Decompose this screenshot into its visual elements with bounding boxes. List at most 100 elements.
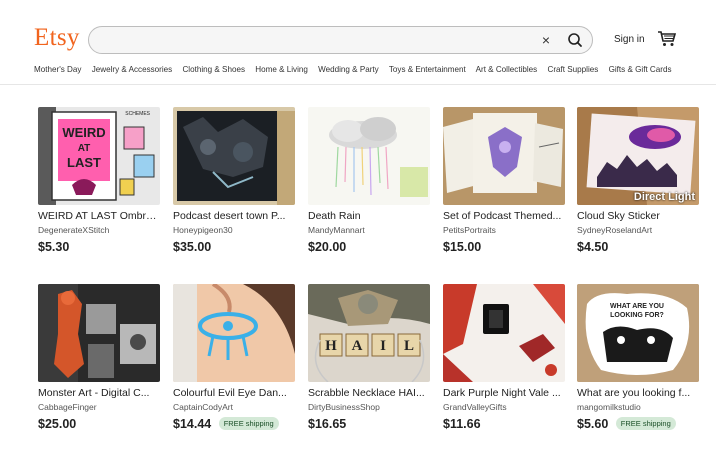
listing-title[interactable]: Dark Purple Night Vale ... [443, 387, 565, 399]
search-input[interactable] [103, 31, 527, 51]
listing-shop[interactable]: PetitsPortraits [443, 225, 567, 235]
listing-title[interactable]: Podcast desert town P... [173, 210, 295, 222]
listing-price: $15.00 [443, 239, 482, 254]
listing-price: $20.00 [308, 239, 347, 254]
thumb-text: WHAT ARE YOU [610, 303, 664, 310]
nav-toys[interactable]: Toys & Entertainment [389, 65, 466, 74]
nav-art[interactable]: Art & Collectibles [476, 65, 538, 74]
listing-thumbnail[interactable] [443, 107, 565, 205]
listing-thumbnail[interactable] [443, 284, 565, 382]
listing-title[interactable]: Colourful Evil Eye Dan... [173, 387, 295, 399]
clear-search-button[interactable]: × [537, 31, 555, 49]
tile-letter: L [404, 338, 414, 354]
listing-thumbnail[interactable] [173, 284, 295, 382]
close-icon: × [541, 32, 551, 48]
sign-in-link[interactable]: Sign in [614, 34, 645, 45]
etsy-logo[interactable]: Etsy [34, 24, 80, 52]
price-row: $4.50 [577, 238, 701, 254]
nav-home-living[interactable]: Home & Living [255, 65, 308, 74]
nav-jewelry[interactable]: Jewelry & Accessories [92, 65, 173, 74]
listing-image: H A I L [308, 284, 430, 382]
listing-title[interactable]: Death Rain [308, 210, 430, 222]
nav-mothers-day[interactable]: Mother's Day [34, 65, 81, 74]
category-nav: Mother's Day Jewelry & Accessories Cloth… [34, 65, 672, 79]
listing-shop[interactable]: Honeypigeon30 [173, 225, 297, 235]
listing-shop[interactable]: DirtyBusinessShop [308, 402, 432, 412]
image-overlay-text: Direct Light [633, 191, 695, 203]
listing-card[interactable]: H A I L Scrabble Necklace HAI... DirtyBu… [308, 284, 432, 431]
listing-thumbnail[interactable]: Direct Light [577, 107, 699, 205]
listing-shop[interactable]: DegenerateXStitch [38, 225, 162, 235]
cart-icon [658, 31, 677, 46]
listing-image: WHAT ARE YOU LOOKING FOR? [577, 284, 699, 382]
listing-thumbnail[interactable] [308, 107, 430, 205]
listing-price: $4.50 [577, 239, 609, 254]
listing-price: $25.00 [38, 416, 77, 431]
listing-card[interactable]: Podcast desert town P... Honeypigeon30 $… [173, 107, 297, 254]
listing-shop[interactable]: CaptainCodyArt [173, 402, 297, 412]
listing-title[interactable]: WEIRD AT LAST Ombre... [38, 210, 160, 222]
thumb-text: SCHEMES [125, 111, 150, 117]
search-bar: × [88, 26, 593, 54]
price-row: $5.60 FREE shipping [577, 415, 701, 431]
listing-card[interactable]: WHAT ARE YOU LOOKING FOR? What are you l… [577, 284, 701, 431]
free-shipping-badge: FREE shipping [218, 417, 279, 431]
price-row: $5.30 [38, 238, 162, 254]
nav-gifts[interactable]: Gifts & Gift Cards [609, 65, 672, 74]
price-row: $14.44 FREE shipping [173, 415, 297, 431]
cart-button[interactable] [657, 30, 677, 48]
listing-image [443, 284, 565, 382]
listing-image [443, 107, 565, 205]
listing-image [173, 284, 295, 382]
listing-image [38, 284, 160, 382]
free-shipping-badge: FREE shipping [615, 417, 676, 431]
listing-title[interactable]: What are you looking f... [577, 387, 699, 399]
magnifier-icon [568, 33, 582, 47]
listing-card[interactable]: Dark Purple Night Vale ... GrandValleyGi… [443, 284, 567, 431]
listing-thumbnail[interactable]: WHAT ARE YOU LOOKING FOR? [577, 284, 699, 382]
listing-card[interactable]: Death Rain MandyMannart $20.00 [308, 107, 432, 254]
listing-thumbnail[interactable]: WEIRD AT LAST SCHEMES [38, 107, 160, 205]
price-row: $11.66 [443, 415, 567, 431]
tile-letter: I [380, 338, 386, 354]
listing-shop[interactable]: SydneyRoselandArt [577, 225, 701, 235]
listing-image: WEIRD AT LAST SCHEMES [38, 107, 160, 205]
listing-card[interactable]: Direct Light Cloud Sky Sticker SydneyRos… [577, 107, 701, 254]
listing-card[interactable]: WEIRD AT LAST SCHEMES WEIRD AT LAST Ombr… [38, 107, 162, 254]
price-row: $16.65 [308, 415, 432, 431]
listing-title[interactable]: Set of Podcast Themed... [443, 210, 565, 222]
listing-card[interactable]: Set of Podcast Themed... PetitsPortraits… [443, 107, 567, 254]
thumb-text: AT [78, 143, 91, 154]
listing-image [173, 107, 295, 205]
listing-shop[interactable]: CabbageFinger [38, 402, 162, 412]
listing-shop[interactable]: mangomilkstudio [577, 402, 701, 412]
tile-letter: H [325, 338, 337, 354]
listing-price: $16.65 [308, 416, 347, 431]
price-row: $25.00 [38, 415, 162, 431]
site-header: Etsy × Sign in Mother's Day Jewelry & Ac… [0, 0, 716, 85]
price-row: $35.00 [173, 238, 297, 254]
listing-price: $14.44 [173, 416, 212, 431]
tile-letter: A [352, 338, 363, 354]
listing-price: $5.60 [577, 416, 609, 431]
nav-craft[interactable]: Craft Supplies [547, 65, 598, 74]
listing-image [308, 107, 430, 205]
listing-title[interactable]: Scrabble Necklace HAI... [308, 387, 430, 399]
nav-clothing[interactable]: Clothing & Shoes [182, 65, 245, 74]
listing-price: $11.66 [443, 416, 481, 431]
listing-price: $35.00 [173, 239, 212, 254]
listing-card[interactable]: Colourful Evil Eye Dan... CaptainCodyArt… [173, 284, 297, 431]
listing-shop[interactable]: GrandValleyGifts [443, 402, 567, 412]
listing-title[interactable]: Cloud Sky Sticker [577, 210, 699, 222]
listing-card[interactable]: Monster Art - Digital C... CabbageFinger… [38, 284, 162, 431]
listing-thumbnail[interactable]: H A I L [308, 284, 430, 382]
listing-price: $5.30 [38, 239, 70, 254]
listing-thumbnail[interactable] [38, 284, 160, 382]
listing-thumbnail[interactable] [173, 107, 295, 205]
nav-wedding[interactable]: Wedding & Party [318, 65, 379, 74]
thumb-text: LAST [67, 155, 101, 170]
listing-shop[interactable]: MandyMannart [308, 225, 432, 235]
listing-title[interactable]: Monster Art - Digital C... [38, 387, 160, 399]
price-row: $15.00 [443, 238, 567, 254]
search-button[interactable] [563, 29, 587, 51]
